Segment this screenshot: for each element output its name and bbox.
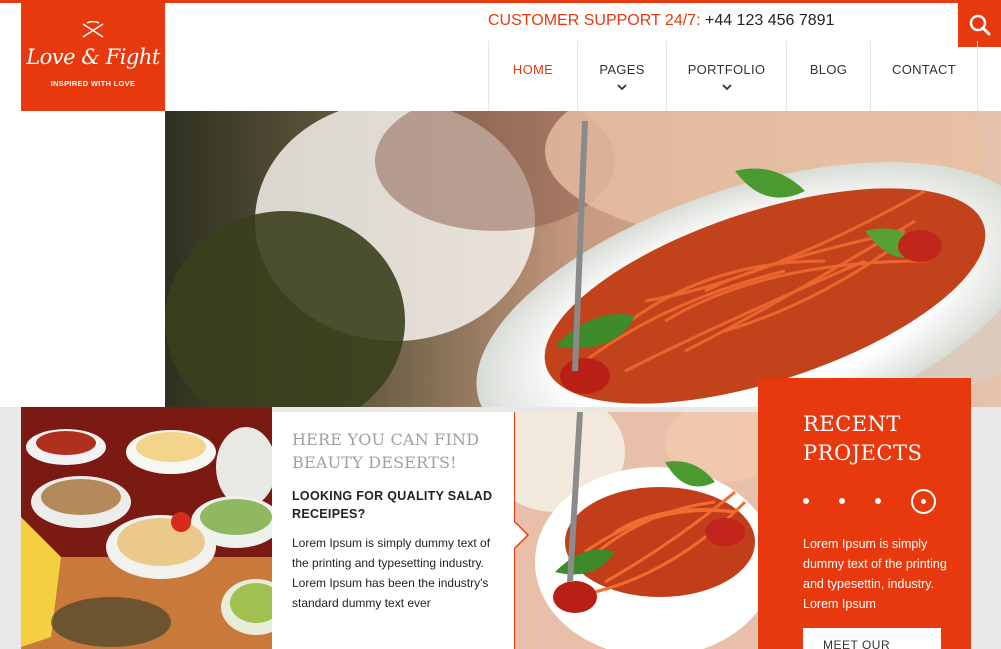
carousel-dot-active[interactable] [911, 488, 936, 514]
logo-title: Love & Fight [26, 45, 160, 69]
card-arrow-inner [514, 522, 527, 548]
nav-pages[interactable]: PAGES [577, 41, 666, 111]
hero-salad-image [165, 111, 1001, 411]
feature-title: HERE YOU CAN FIND BEAUTY DESERTS! [292, 430, 480, 472]
carousel-dot[interactable] [875, 498, 881, 504]
chevron-down-icon [721, 84, 732, 91]
logo-tagline: INSPIRED WITH LOVE [50, 79, 136, 88]
recent-projects-panel: RECENT PROJECTS Lorem Ipsum is simply du… [758, 378, 971, 649]
feature-subtitle: LOOKING FOR QUALITY SALAD RECEIPES? [292, 489, 493, 521]
carousel-dot[interactable] [803, 498, 809, 504]
feature-body: Lorem Ipsum is simply dummy text of the … [292, 536, 491, 610]
nav-portfolio[interactable]: PORTFOLIO [666, 41, 786, 111]
support-label: CUSTOMER SUPPORT 24/7: [488, 12, 701, 29]
nav-contact-label: CONTACT [892, 62, 956, 77]
nav-home-label: HOME [512, 62, 554, 77]
salad-image [514, 412, 758, 649]
customer-support: CUSTOMER SUPPORT 24/7: +44 123 456 7891 [488, 12, 834, 30]
carousel-dots [803, 488, 971, 514]
recent-projects-title: RECENT PROJECTS [803, 412, 923, 465]
buffet-image [21, 407, 272, 649]
nav-blog[interactable]: BLOG [786, 41, 870, 111]
nav-contact[interactable]: CONTACT [870, 41, 978, 111]
main-nav: HOME PAGES PORTFOLIO BLOG CONTACT [488, 41, 978, 111]
meet-our-button[interactable]: MEET OUR [803, 628, 941, 649]
carousel-dot[interactable] [839, 498, 845, 504]
support-phone[interactable]: +44 123 456 7891 [705, 12, 834, 29]
chevron-down-icon [617, 84, 627, 91]
logo[interactable]: Love & Fight INSPIRED WITH LOVE [21, 3, 165, 111]
nav-pages-label: PAGES [599, 62, 645, 77]
recent-projects-text: Lorem Ipsum is simply dummy text of the … [803, 537, 947, 611]
nav-portfolio-label: PORTFOLIO [687, 62, 766, 77]
feature-card: HERE YOU CAN FIND BEAUTY DESERTS! LOOKIN… [272, 412, 514, 649]
nav-blog-label: BLOG [809, 62, 848, 77]
crossed-swords-icon [82, 21, 104, 38]
nav-home[interactable]: HOME [488, 41, 577, 111]
